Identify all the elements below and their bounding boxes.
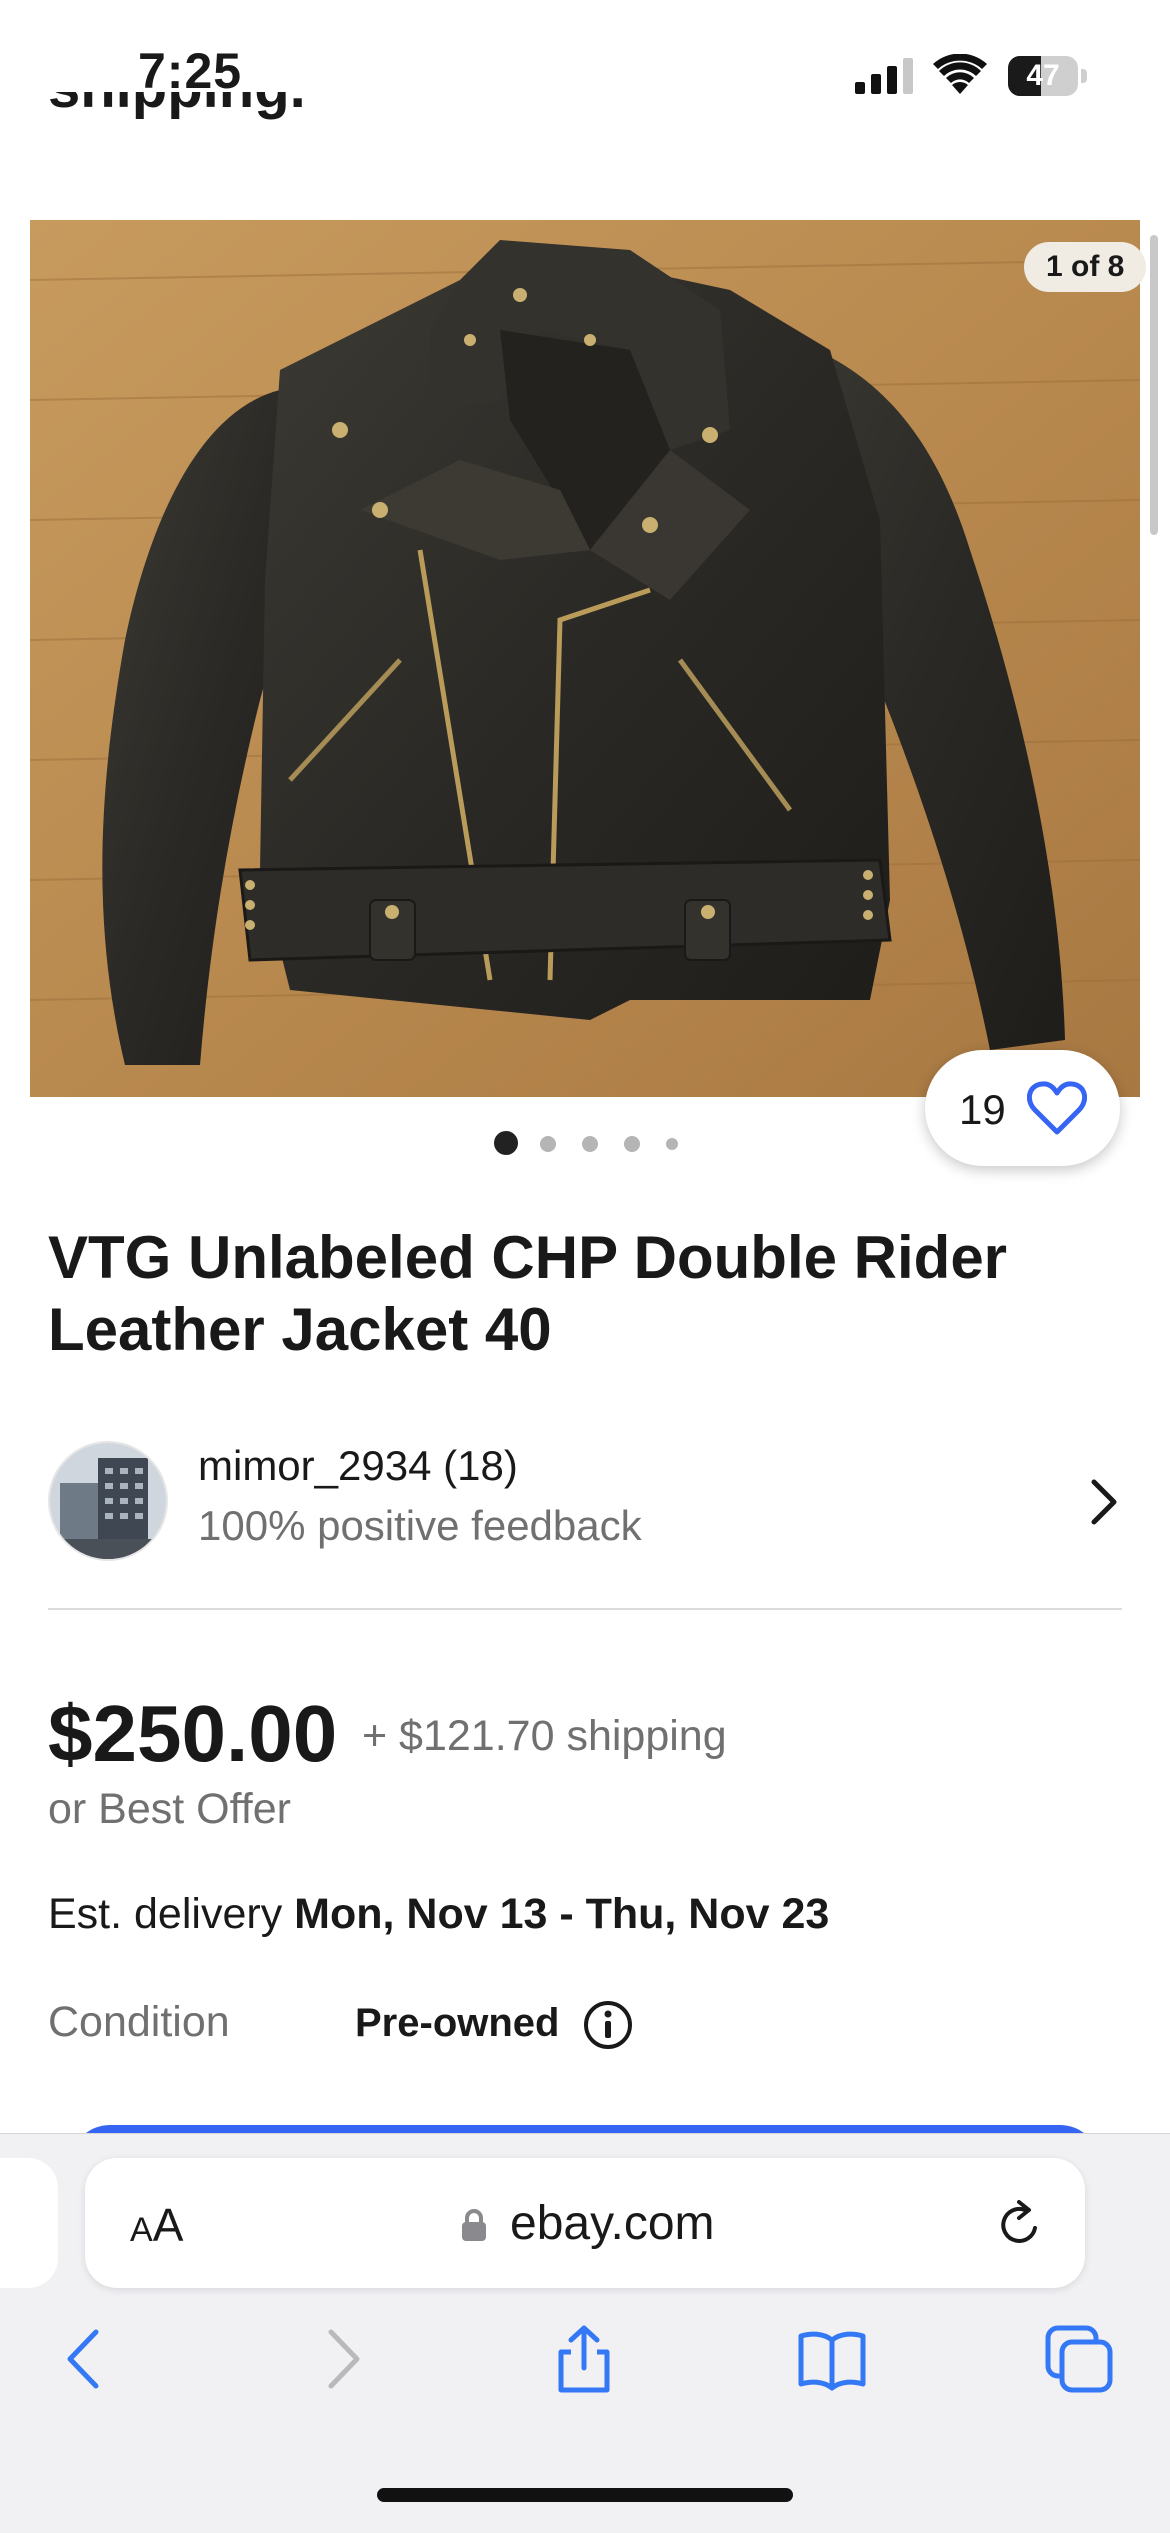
battery-icon: 47 bbox=[1008, 56, 1088, 96]
signal-icon bbox=[855, 58, 913, 94]
condition-value: Pre-owned bbox=[355, 2001, 560, 2045]
info-icon[interactable] bbox=[582, 1999, 634, 2051]
product-image[interactable] bbox=[30, 220, 1140, 1097]
avatar bbox=[48, 1441, 168, 1561]
pagination-dot-4[interactable] bbox=[624, 1136, 640, 1152]
best-offer-label: or Best Offer bbox=[48, 1785, 291, 1833]
home-indicator[interactable] bbox=[377, 2488, 793, 2502]
lock-icon bbox=[462, 2209, 486, 2241]
previous-tab-peek[interactable] bbox=[0, 2158, 58, 2288]
estimated-delivery: Est. delivery Mon, Nov 13 - Thu, Nov 23 bbox=[48, 1890, 829, 1939]
status-bar: 7:25 47 shipping. bbox=[0, 0, 1170, 140]
image-pagination-dots[interactable] bbox=[490, 1128, 700, 1158]
tabs-icon[interactable] bbox=[1044, 2324, 1114, 2394]
jacket-photo bbox=[30, 220, 1140, 1097]
heart-icon bbox=[1027, 1081, 1087, 1135]
price: $250.00 bbox=[48, 1689, 338, 1778]
condition-label: Condition bbox=[48, 1998, 230, 2046]
watch-button[interactable]: 19 bbox=[925, 1050, 1120, 1166]
seller-info-row[interactable]: mimor_2934 (18) 100% positive feedback bbox=[48, 1436, 1122, 1566]
forward-icon[interactable] bbox=[305, 2324, 375, 2394]
text-size-button[interactable]: AA bbox=[130, 2198, 183, 2252]
shipping-cost: + $121.70 shipping bbox=[362, 1712, 727, 1760]
browser-toolbar: AA ebay.com bbox=[0, 2133, 1170, 2533]
wifi-icon bbox=[933, 54, 987, 94]
delivery-prefix: Est. delivery bbox=[48, 1890, 295, 1938]
chevron-right-icon[interactable] bbox=[1086, 1478, 1122, 1526]
bookmarks-icon[interactable] bbox=[797, 2324, 867, 2394]
scrollbar[interactable] bbox=[1150, 235, 1158, 535]
divider bbox=[48, 1608, 1122, 1610]
seller-feedback: 100% positive feedback bbox=[198, 1502, 642, 1549]
delivery-dates: Mon, Nov 13 - Thu, Nov 23 bbox=[294, 1890, 830, 1938]
pagination-dot-5[interactable] bbox=[666, 1138, 678, 1150]
seller-name[interactable]: mimor_2934 (18) bbox=[198, 1442, 518, 1490]
watchers-count: 19 bbox=[959, 1086, 1006, 1133]
back-icon[interactable] bbox=[52, 2324, 122, 2394]
battery-percent: 47 bbox=[1026, 59, 1060, 92]
pagination-dot-3[interactable] bbox=[582, 1136, 598, 1152]
pagination-dot-1[interactable] bbox=[494, 1131, 518, 1155]
address-bar[interactable]: AA ebay.com bbox=[85, 2158, 1085, 2288]
pagination-dot-2[interactable] bbox=[540, 1136, 556, 1152]
url-text[interactable]: ebay.com bbox=[510, 2196, 715, 2251]
listing-title: VTG Unlabeled CHP Double Rider Leather J… bbox=[48, 1224, 1008, 1363]
image-counter: 1 of 8 bbox=[1024, 242, 1147, 292]
reload-icon[interactable] bbox=[995, 2198, 1045, 2250]
share-icon[interactable] bbox=[549, 2324, 619, 2394]
header-partial-text: shipping. bbox=[48, 92, 648, 132]
